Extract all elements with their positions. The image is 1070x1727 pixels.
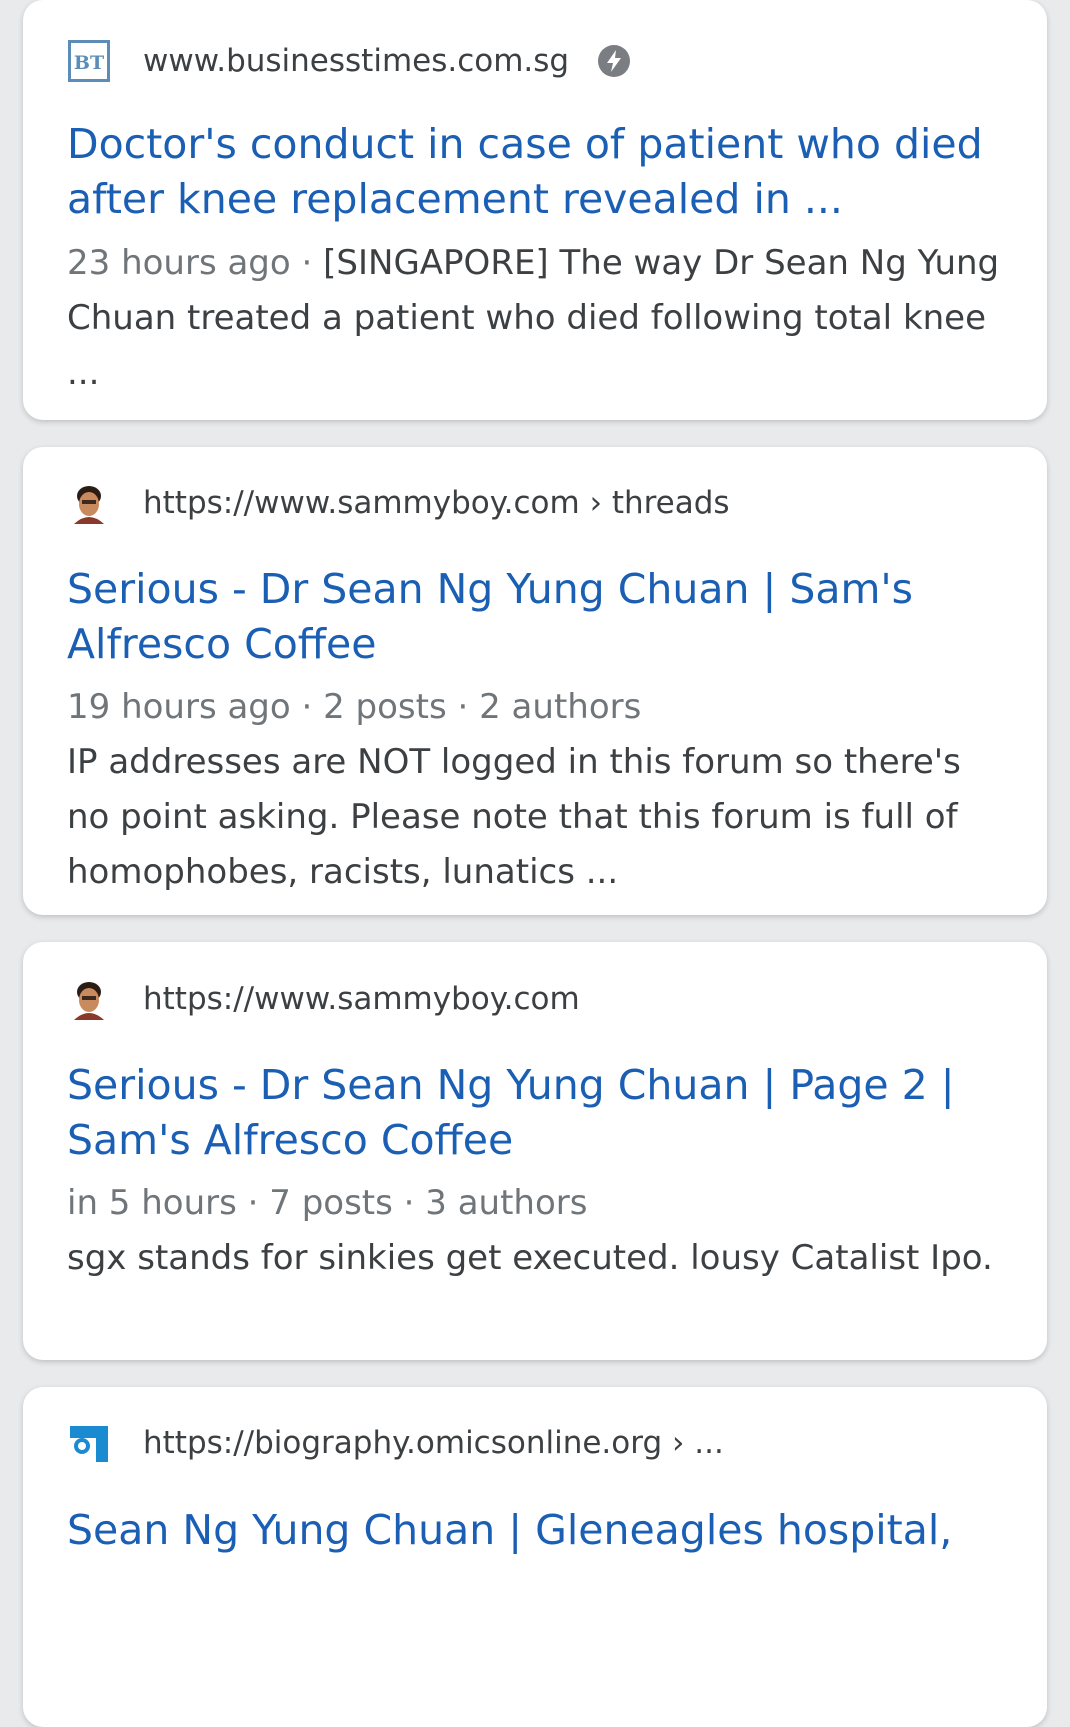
title-line: Serious - Dr Sean Ng Yung Chuan | Sam's <box>67 565 914 613</box>
title-line: Sean Ng Yung Chuan | Gleneagles hospital… <box>67 1506 953 1554</box>
sammyboy-avatar-icon <box>67 481 111 525</box>
result-source[interactable]: BT www.businesstimes.com.sg <box>67 35 1003 87</box>
bt-logo-icon: BT <box>67 39 111 83</box>
result-url: https://www.sammyboy.com › threads <box>143 485 730 521</box>
result-meta: 19 hours ago · 2 posts · 2 authors <box>67 687 642 727</box>
meta-separator: · <box>290 243 324 283</box>
result-snippet: in 5 hours · 7 posts · 3 authors sgx sta… <box>67 1176 1007 1286</box>
result-title-link[interactable]: Doctor's conduct in case of patient who … <box>67 117 1003 227</box>
result-url: https://www.sammyboy.com <box>143 981 580 1017</box>
snippet-text: sgx stands for sinkies get executed. lou… <box>67 1238 993 1278</box>
amp-bolt-icon <box>597 44 631 78</box>
result-url: www.businesstimes.com.sg <box>143 43 570 79</box>
title-line: Doctor's conduct in case of patient who … <box>67 120 983 168</box>
result-card[interactable]: https://www.sammyboy.com › threads Serio… <box>23 447 1047 915</box>
result-title-link[interactable]: Serious - Dr Sean Ng Yung Chuan | Sam's … <box>67 562 1003 672</box>
result-title-link[interactable]: Sean Ng Yung Chuan | Gleneagles hospital… <box>67 1503 1003 1558</box>
sammyboy-avatar-icon <box>67 977 111 1021</box>
result-url: https://biography.omicsonline.org › ... <box>143 1425 724 1461</box>
title-line: Serious - Dr Sean Ng Yung Chuan | Page 2… <box>67 1061 955 1109</box>
result-card[interactable]: https://biography.omicsonline.org › ... … <box>23 1387 1047 1727</box>
result-snippet: 19 hours ago · 2 posts · 2 authors IP ad… <box>67 680 1007 900</box>
title-line: Sam's Alfresco Coffee <box>67 1116 514 1164</box>
svg-text:BT: BT <box>74 52 104 74</box>
result-meta: 23 hours ago <box>67 243 291 283</box>
result-source[interactable]: https://www.sammyboy.com › threads <box>67 477 1003 529</box>
result-source[interactable]: https://www.sammyboy.com <box>67 973 1003 1025</box>
omics-logo-icon <box>67 1421 111 1465</box>
result-meta: in 5 hours · 7 posts · 3 authors <box>67 1183 588 1223</box>
result-source[interactable]: https://biography.omicsonline.org › ... <box>67 1417 1003 1469</box>
snippet-text: IP addresses are NOT logged in this foru… <box>67 742 961 892</box>
title-line: after knee replacement revealed in ... <box>67 175 843 223</box>
title-line: Alfresco Coffee <box>67 620 377 668</box>
result-snippet: 23 hours ago · [SINGAPORE] The way Dr Se… <box>67 236 1007 401</box>
result-card[interactable]: https://www.sammyboy.com Serious - Dr Se… <box>23 942 1047 1360</box>
result-title-link[interactable]: Serious - Dr Sean Ng Yung Chuan | Page 2… <box>67 1058 1003 1168</box>
result-card[interactable]: BT www.businesstimes.com.sg Doctor's con… <box>23 0 1047 420</box>
